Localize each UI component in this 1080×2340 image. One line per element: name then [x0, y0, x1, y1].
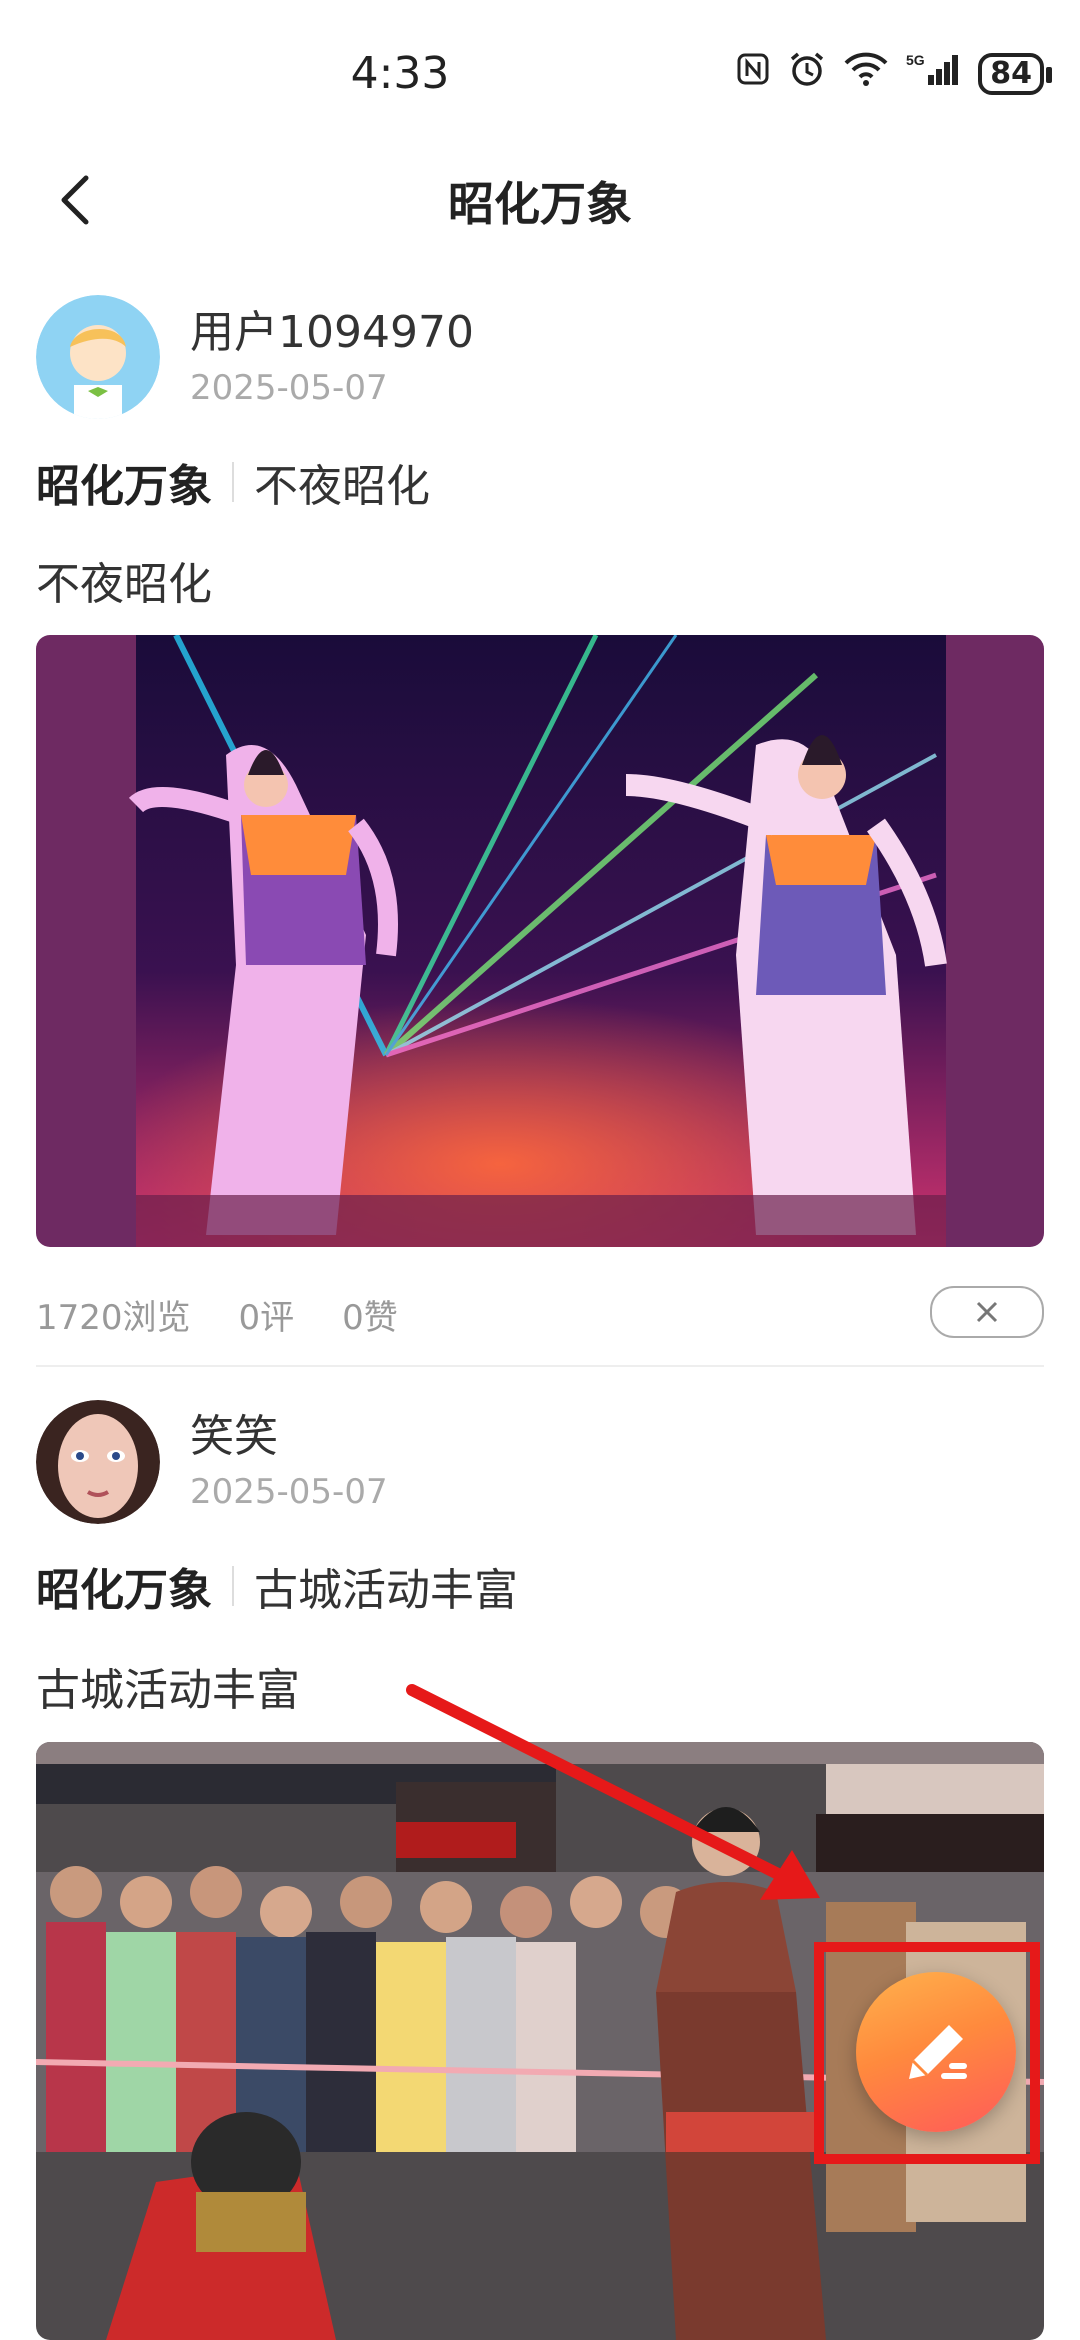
signal-5g-icon: 5G: [906, 51, 960, 96]
topic-line[interactable]: 昭化万象 古城活动丰富: [36, 1554, 518, 1618]
page-title: 昭化万象: [448, 177, 632, 231]
post-text: 不夜昭化: [36, 559, 212, 610]
avatar[interactable]: [36, 295, 160, 419]
post-text: 古城活动丰富: [36, 1665, 300, 1716]
post-date: 2025-05-07: [190, 368, 388, 408]
topic-name[interactable]: 昭化万象: [36, 450, 212, 514]
topic-separator: [232, 1566, 234, 1606]
post-stats: 1720浏览 0评 0赞: [36, 1290, 398, 1339]
status-time: 4:33: [350, 48, 450, 99]
avatar[interactable]: [36, 1400, 160, 1524]
post-date: 2025-05-07: [190, 1472, 388, 1512]
battery-indicator: 84: [978, 52, 1052, 95]
like-count[interactable]: 0赞: [342, 1290, 398, 1339]
topic-title[interactable]: 古城活动丰富: [254, 1554, 518, 1618]
highlight-box: [814, 1942, 1040, 2164]
alarm-icon: [788, 50, 826, 97]
view-count: 1720浏览: [36, 1298, 191, 1338]
post-divider: [36, 1365, 1044, 1367]
username[interactable]: 笑笑: [190, 1400, 278, 1464]
topic-title[interactable]: 不夜昭化: [254, 450, 430, 514]
topic-separator: [232, 462, 234, 502]
post-image[interactable]: [36, 635, 1044, 1247]
nfc-icon: [736, 52, 770, 95]
comment-count[interactable]: 0评: [239, 1290, 295, 1339]
svg-text:5G: 5G: [906, 52, 925, 68]
close-icon: [976, 1301, 998, 1323]
status-icons: 5G 84: [736, 50, 1052, 97]
dismiss-button[interactable]: [930, 1286, 1044, 1338]
wifi-icon: [844, 51, 888, 96]
topic-line[interactable]: 昭化万象 不夜昭化: [36, 450, 430, 514]
status-bar: 4:33 5G 84: [0, 0, 1080, 150]
post-card[interactable]: 用户1094970 2025-05-07 昭化万象 不夜昭化 不夜昭化 1720…: [0, 290, 1080, 1390]
post-card[interactable]: 笑笑 2025-05-07 昭化万象 古城活动丰富 古城活动丰富: [0, 1400, 1080, 2340]
topic-name[interactable]: 昭化万象: [36, 1554, 212, 1618]
username[interactable]: 用户1094970: [190, 296, 474, 360]
nav-bar: 昭化万象: [0, 150, 1080, 250]
